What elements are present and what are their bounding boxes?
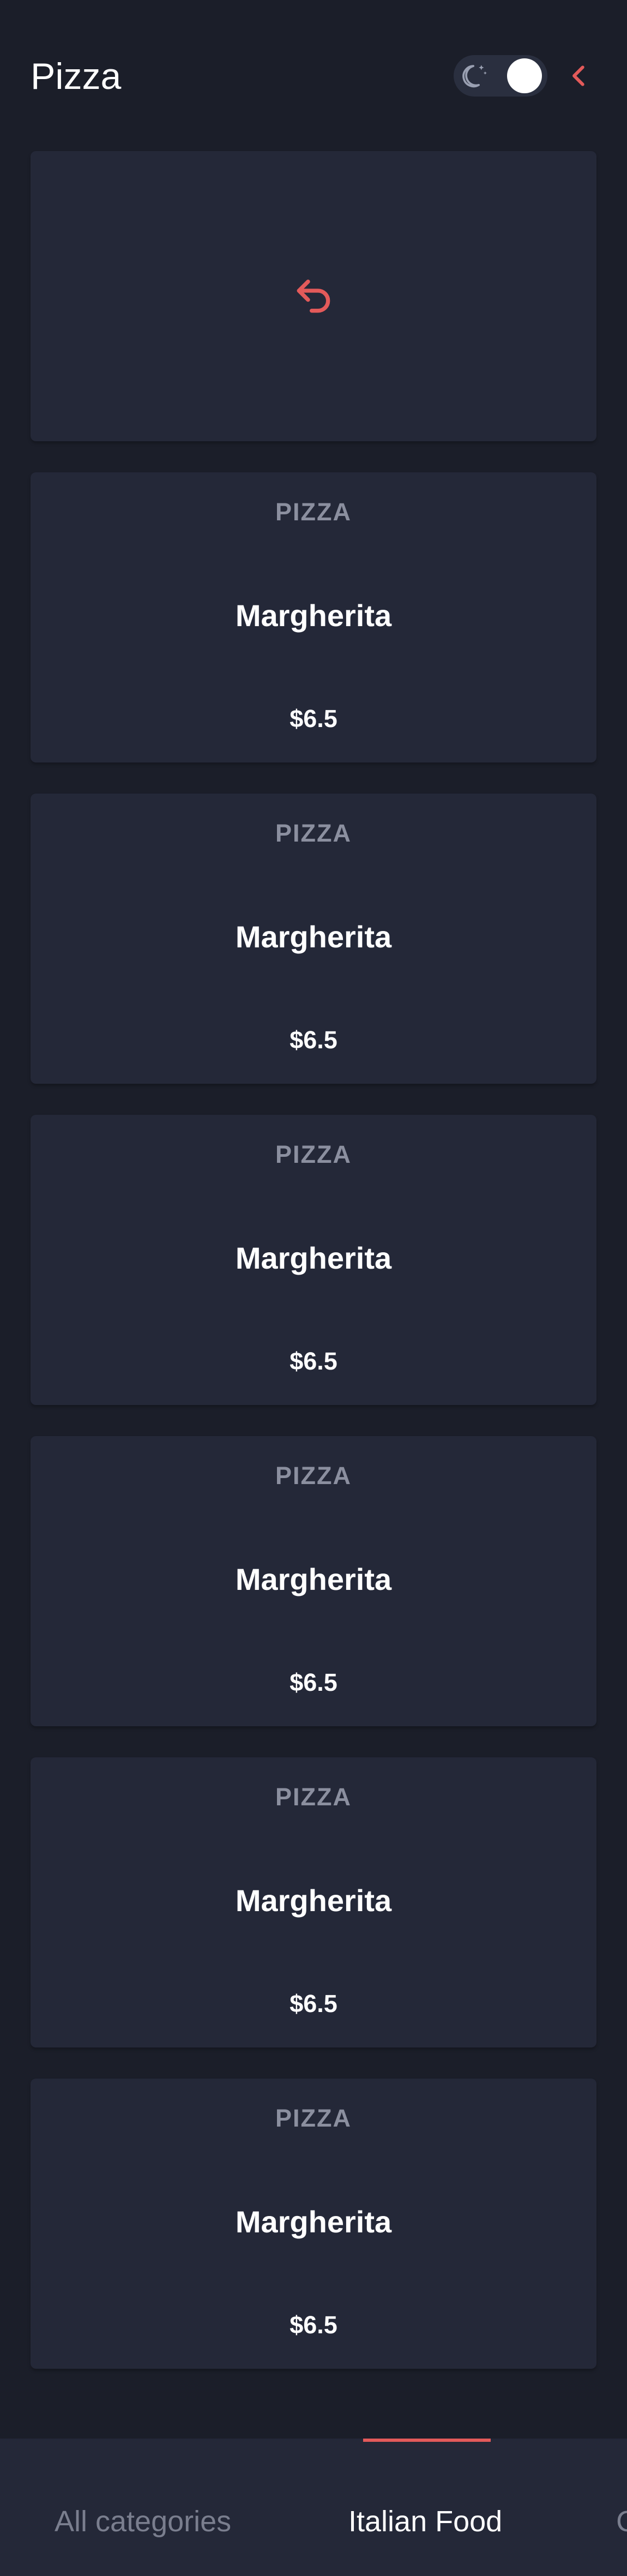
- undo-card[interactable]: [31, 151, 596, 441]
- item-category: PIZZA: [275, 1783, 352, 1811]
- item-name: Margherita: [235, 598, 392, 633]
- item-name: Margherita: [235, 1241, 392, 1275]
- menu-item-card[interactable]: PIZZA Margherita $6.5: [31, 1757, 596, 2047]
- item-name: Margherita: [235, 920, 392, 954]
- item-price: $6.5: [290, 2311, 337, 2339]
- item-price: $6.5: [290, 705, 337, 732]
- menu-item-card[interactable]: PIZZA Margherita $6.5: [31, 794, 596, 1084]
- category-tab-bar: All categories Italian Food C: [0, 2439, 627, 2576]
- item-name: Margherita: [235, 1883, 392, 1918]
- item-category: PIZZA: [275, 2104, 352, 2132]
- chevron-left-icon[interactable]: [564, 61, 594, 91]
- moon-icon: [462, 65, 487, 88]
- item-price: $6.5: [290, 1668, 337, 1696]
- item-price: $6.5: [290, 1990, 337, 2017]
- tab-label: C: [616, 2505, 627, 2538]
- toggle-knob: [507, 58, 542, 93]
- app-header: Pizza: [0, 0, 627, 150]
- item-category: PIZZA: [275, 1140, 352, 1168]
- item-category: PIZZA: [275, 498, 352, 526]
- page-title: Pizza: [31, 56, 122, 97]
- item-name: Margherita: [235, 1562, 392, 1596]
- active-tab-indicator: [363, 2439, 491, 2442]
- menu-item-card[interactable]: PIZZA Margherita $6.5: [31, 1115, 596, 1405]
- menu-item-card[interactable]: PIZZA Margherita $6.5: [31, 472, 596, 762]
- tab-label: Italian Food: [348, 2505, 503, 2538]
- undo-icon: [297, 279, 330, 313]
- item-price: $6.5: [290, 1347, 337, 1375]
- theme-toggle[interactable]: [454, 55, 547, 97]
- item-price: $6.5: [290, 1026, 337, 1054]
- item-category: PIZZA: [275, 819, 352, 847]
- menu-item-card[interactable]: PIZZA Margherita $6.5: [31, 1436, 596, 1726]
- item-category: PIZZA: [275, 1462, 352, 1490]
- tab-label: All categories: [55, 2505, 232, 2538]
- menu-item-card[interactable]: PIZZA Margherita $6.5: [31, 2079, 596, 2369]
- item-name: Margherita: [235, 2205, 392, 2239]
